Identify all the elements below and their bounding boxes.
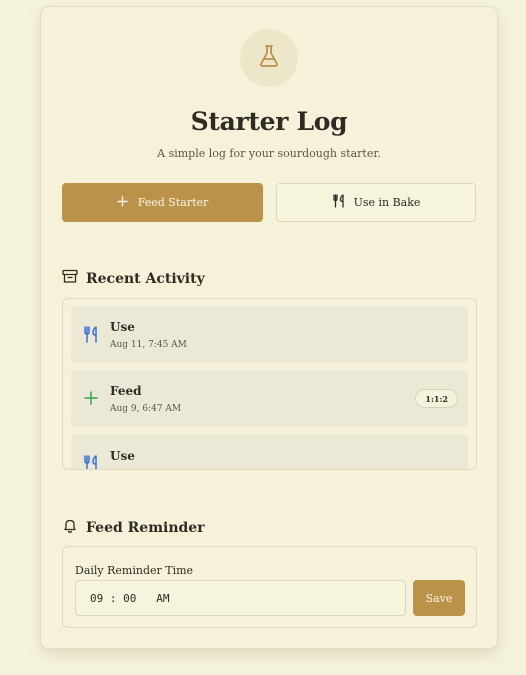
bell-icon: [62, 518, 78, 538]
activity-time: Aug 9, 6:47 AM: [110, 404, 182, 414]
utensils-icon: [82, 453, 100, 469]
page-subtitle: A simple log for your sourdough starter.: [157, 147, 381, 160]
activity-item-use: Use Aug 11, 7:45 AM: [71, 306, 468, 363]
starter-log-card: Starter Log A simple log for your sourdo…: [40, 6, 498, 649]
feed-reminder-title: Feed Reminder: [86, 520, 205, 536]
recent-activity-heading: Recent Activity: [62, 269, 205, 288]
feed-starter-label: Feed Starter: [137, 196, 209, 209]
archive-icon: [62, 269, 78, 288]
activity-type: Feed: [110, 384, 142, 398]
feed-starter-button[interactable]: Feed Starter: [62, 183, 263, 222]
logo-badge: [240, 29, 298, 87]
activity-type: Use: [110, 449, 135, 463]
save-button[interactable]: Save: [413, 580, 465, 616]
reminder-time-label: Daily Reminder Time: [75, 564, 194, 577]
page-title: Starter Log: [190, 107, 348, 136]
recent-activity-title: Recent Activity: [86, 270, 205, 287]
reminder-time-input[interactable]: 09 : 00 AM: [75, 580, 406, 616]
use-in-bake-button[interactable]: Use in Bake: [276, 183, 476, 222]
activity-item-feed: Feed Aug 9, 6:47 AM 1:1:2: [71, 370, 468, 427]
feed-ratio-badge: 1:1:2: [415, 389, 458, 408]
reminder-time-value: 09 : 00 AM: [90, 591, 170, 605]
reminder-panel: Daily Reminder Time 09 : 00 AM Save: [62, 546, 477, 628]
utensils-icon: [332, 194, 346, 211]
activity-list[interactable]: Use Aug 11, 7:45 AM Feed Aug 9, 6:47 AM …: [62, 298, 477, 470]
flask-icon: [258, 44, 280, 72]
activity-type: Use: [110, 320, 135, 334]
activity-time: Aug 11, 7:45 AM: [110, 340, 187, 350]
utensils-icon: [82, 324, 100, 344]
use-in-bake-label: Use in Bake: [353, 196, 421, 209]
plus-icon: [82, 388, 100, 408]
feed-reminder-heading: Feed Reminder: [62, 518, 205, 538]
activity-item-use: Use: [71, 435, 468, 469]
plus-icon: [117, 195, 128, 210]
